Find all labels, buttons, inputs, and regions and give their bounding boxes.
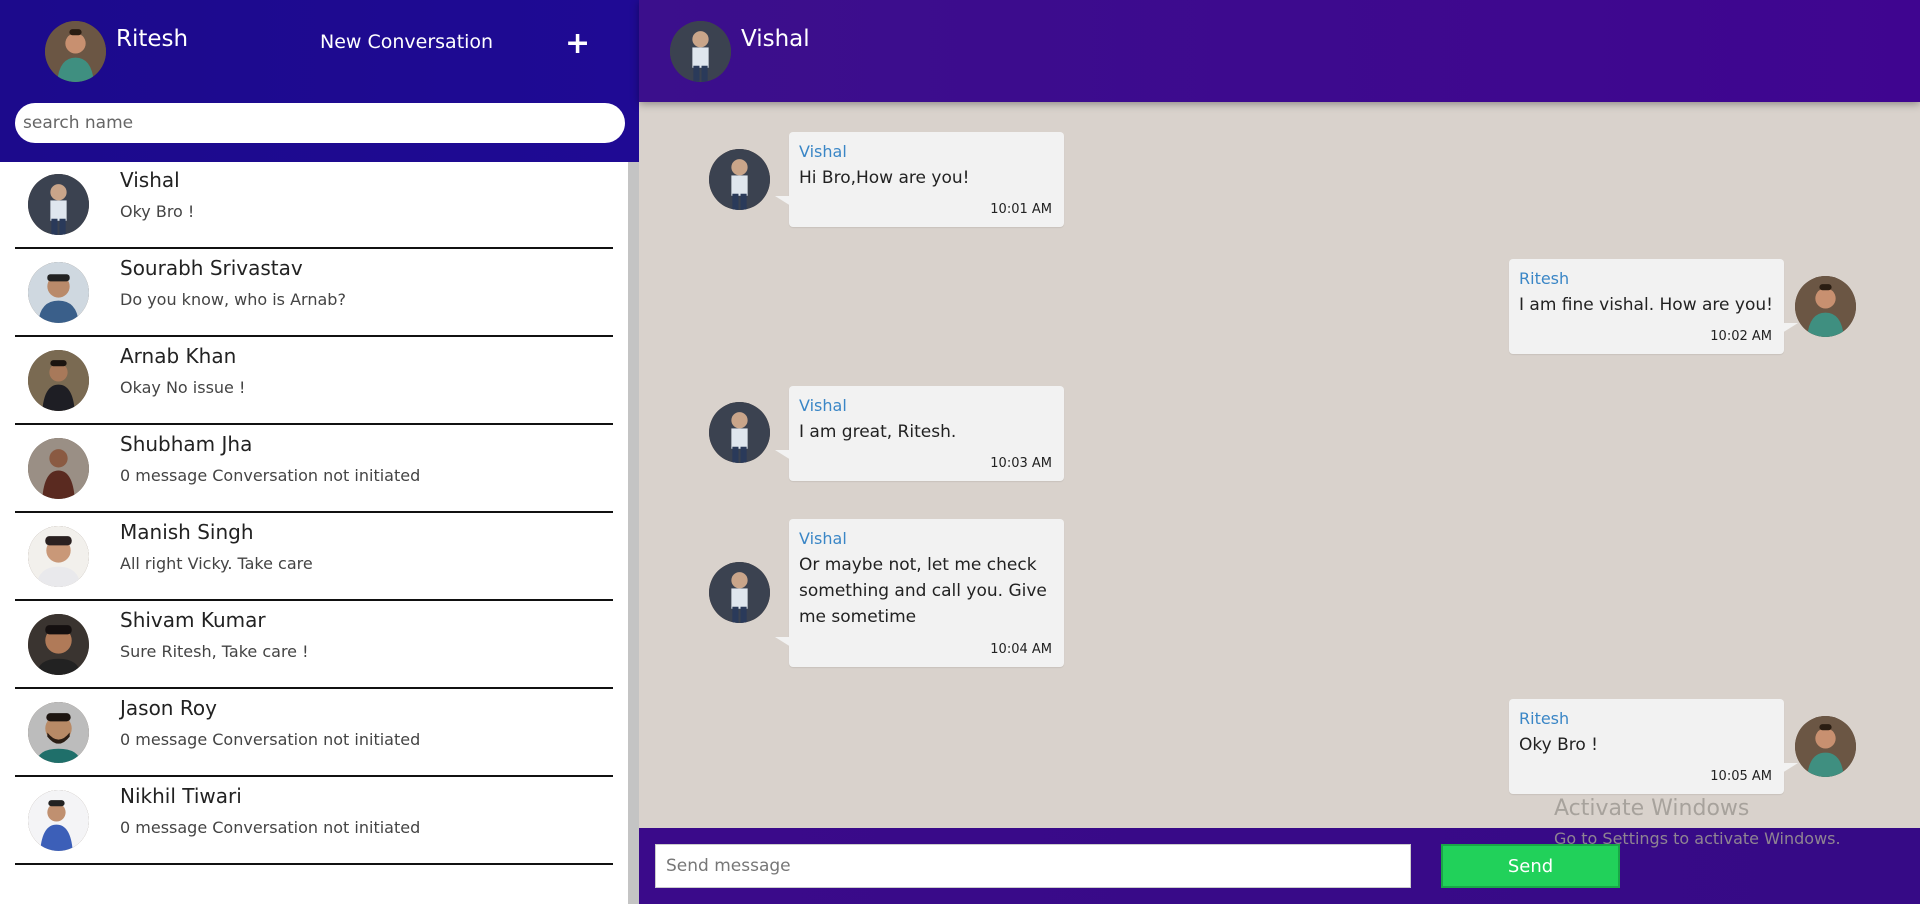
bubble-tail — [1782, 763, 1798, 773]
bubble-tail — [775, 637, 791, 647]
message-bubble: Ritesh I am fine vishal. How are you! 10… — [1509, 259, 1798, 354]
sidebar-header: Ritesh New Conversation + — [0, 0, 639, 162]
contact-avatar — [28, 262, 89, 323]
contact-name: Vishal — [120, 168, 180, 192]
contact-name: Manish Singh — [120, 520, 254, 544]
message-sender: Ritesh — [1519, 269, 1570, 288]
chat-header: Vishal — [639, 0, 1920, 102]
contact-avatar — [28, 614, 89, 675]
contact-last-message: Oky Bro ! — [120, 202, 195, 221]
message-time: 10:01 AM — [990, 202, 1052, 217]
search-input[interactable] — [15, 103, 625, 143]
contact-last-message: All right Vicky. Take care — [120, 554, 313, 573]
contact-last-message: Okay No issue ! — [120, 378, 246, 397]
contact-item-nikhil-tiwari[interactable]: Nikhil Tiwari 0 message Conversation not… — [15, 778, 613, 865]
conversation-list-panel: Ritesh New Conversation + Vishal Oky Bro… — [0, 0, 639, 904]
contact-avatar — [28, 350, 89, 411]
contact-item-shubham-jha[interactable]: Shubham Jha 0 message Conversation not i… — [15, 426, 613, 513]
activate-windows-title: Activate Windows — [1554, 796, 1750, 821]
message-text: Oky Bro ! — [1519, 735, 1598, 755]
contact-last-message: 0 message Conversation not initiated — [120, 818, 421, 837]
message-text: I am fine vishal. How are you! — [1519, 295, 1773, 315]
message-bubble: Vishal I am great, Ritesh. 10:03 AM — [775, 386, 1064, 481]
contact-item-manish-singh[interactable]: Manish Singh All right Vicky. Take care — [15, 514, 613, 601]
message-avatar — [709, 562, 770, 623]
contact-item-vishal[interactable]: Vishal Oky Bro ! — [15, 162, 613, 249]
message-sender: Ritesh — [1519, 709, 1570, 728]
contact-name: Jason Roy — [120, 696, 217, 720]
current-user-name: Ritesh — [116, 26, 189, 52]
contact-item-jason-roy[interactable]: Jason Roy 0 message Conversation not ini… — [15, 690, 613, 777]
contact-item-shivam-kumar[interactable]: Shivam Kumar Sure Ritesh, Take care ! — [15, 602, 613, 689]
message-avatar — [709, 149, 770, 210]
contact-item-sourabh-srivastav[interactable]: Sourabh Srivastav Do you know, who is Ar… — [15, 250, 613, 337]
contact-name: Shubham Jha — [120, 432, 253, 456]
contact-item-arnab-khan[interactable]: Arnab Khan Okay No issue ! — [15, 338, 613, 425]
contact-last-message: 0 message Conversation not initiated — [120, 730, 421, 749]
send-button[interactable]: Send — [1441, 844, 1620, 888]
message-text: Hi Bro,How are you! — [799, 168, 970, 188]
message-bubble: Vishal Hi Bro,How are you! 10:01 AM — [775, 132, 1064, 227]
add-conversation-icon[interactable]: + — [565, 26, 590, 61]
contact-last-message: 0 message Conversation not initiated — [120, 466, 421, 485]
new-conversation-button[interactable]: New Conversation — [320, 31, 493, 53]
chat-panel: Vishal Vishal Hi Bro,How are you! 10:01 … — [639, 0, 1920, 904]
contact-avatar — [28, 790, 89, 851]
bubble-tail — [1782, 323, 1798, 333]
contact-list: Vishal Oky Bro ! Sourabh Srivastav Do yo… — [0, 162, 628, 904]
current-user-avatar[interactable] — [45, 21, 106, 82]
bubble-tail — [775, 450, 791, 460]
message-sender: Vishal — [799, 396, 847, 415]
message-avatar — [1795, 716, 1856, 777]
contact-name: Sourabh Srivastav — [120, 256, 303, 280]
contact-last-message: Sure Ritesh, Take care ! — [120, 642, 309, 661]
message-time: 10:05 AM — [1710, 769, 1772, 784]
message-time: 10:03 AM — [990, 456, 1052, 471]
message-avatar — [709, 402, 770, 463]
chat-peer-name: Vishal — [741, 26, 810, 52]
message-input[interactable] — [655, 844, 1411, 888]
message-avatar — [1795, 276, 1856, 337]
contact-avatar — [28, 438, 89, 499]
message-bubble: Ritesh Oky Bro ! 10:05 AM — [1509, 699, 1798, 794]
message-bubble: Vishal Or maybe not, let me check someth… — [775, 519, 1064, 667]
contact-avatar — [28, 174, 89, 235]
chat-peer-avatar[interactable] — [670, 21, 731, 82]
contact-avatar — [28, 526, 89, 587]
message-text: I am great, Ritesh. — [799, 422, 957, 442]
contact-name: Arnab Khan — [120, 344, 237, 368]
contact-name: Shivam Kumar — [120, 608, 266, 632]
message-sender: Vishal — [799, 529, 847, 548]
message-text: Or maybe not, let me check something and… — [799, 555, 1047, 627]
contact-avatar — [28, 702, 89, 763]
message-sender: Vishal — [799, 142, 847, 161]
message-time: 10:02 AM — [1710, 329, 1772, 344]
activate-windows-subtitle: Go to Settings to activate Windows. — [1554, 829, 1841, 848]
message-time: 10:04 AM — [990, 642, 1052, 657]
contact-list-scrollbar[interactable] — [628, 162, 639, 904]
bubble-tail — [775, 196, 791, 206]
contact-name: Nikhil Tiwari — [120, 784, 242, 808]
contact-last-message: Do you know, who is Arnab? — [120, 290, 346, 309]
